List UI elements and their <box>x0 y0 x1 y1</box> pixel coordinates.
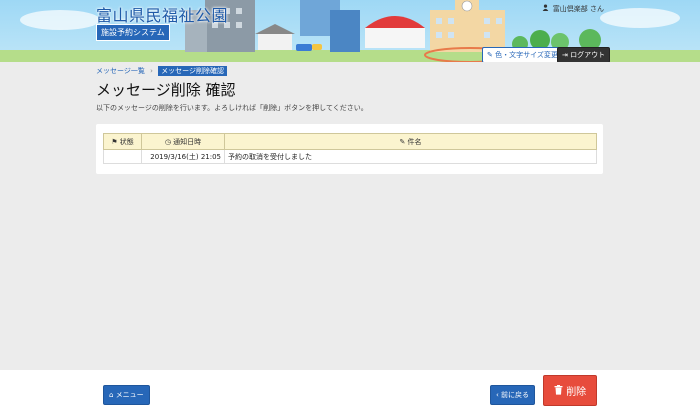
column-header-status: ⚑ 状態 <box>103 133 142 150</box>
cell-notify-datetime: 2019/3/16(土) 21:05 <box>141 149 225 164</box>
cell-status <box>103 149 142 164</box>
user-name: 富山倶楽部 さん <box>542 4 604 14</box>
back-button[interactable]: ‹ 前に戻る <box>490 385 536 405</box>
menu-button[interactable]: ⌂ メニュー <box>103 385 150 405</box>
pencil-icon: ✎ <box>399 137 406 146</box>
chevron-left-icon: ‹ <box>496 391 499 399</box>
breadcrumb: メッセージ一覧 › メッセージ削除確認 <box>96 66 228 76</box>
table-row: 2019/3/16(土) 21:05 予約の取消を受付しました <box>103 149 597 164</box>
column-header-subject: ✎ 件名 <box>224 133 597 150</box>
site-title: 富山県民福祉公園 <box>96 6 229 25</box>
message-table-panel: ⚑ 状態 ◷ 通知日時 ✎ 件名 2019/3/16(土) 21:05 予約の取… <box>96 124 603 174</box>
site-header: 富山県民福祉公園 施設予約システム 富山倶楽部 さん ✎ 色・文字サイズ変更 ⇥… <box>0 0 700 62</box>
message-table: ⚑ 状態 ◷ 通知日時 ✎ 件名 2019/3/16(土) 21:05 予約の取… <box>103 133 597 164</box>
clock-icon: ◷ <box>164 137 171 146</box>
system-name-badge: 施設予約システム <box>96 24 170 41</box>
user-name-label: 富山倶楽部 さん <box>552 5 604 13</box>
delete-button[interactable]: 削除 <box>543 375 598 406</box>
breadcrumb-message-list[interactable]: メッセージ一覧 <box>96 67 145 75</box>
back-button-label: 前に戻る <box>501 391 530 399</box>
home-icon: ⌂ <box>109 391 114 399</box>
cell-subject: 予約の取消を受付しました <box>224 149 597 164</box>
logout-icon: ⇥ <box>562 51 568 59</box>
footer-bar: ⌂ メニュー ‹ 前に戻る 削除 <box>0 370 700 410</box>
logout-button[interactable]: ⇥ ログアウト <box>557 47 611 62</box>
table-header-row: ⚑ 状態 ◷ 通知日時 ✎ 件名 <box>103 133 597 150</box>
column-header-notify-datetime: ◷ 通知日時 <box>141 133 225 150</box>
menu-button-label: メニュー <box>115 391 144 399</box>
pencil-icon: ✎ <box>487 51 493 59</box>
trash-icon <box>554 385 566 398</box>
instructions-text: 以下のメッセージの削除を行います。よろしければ「削除」ボタンを押してください。 <box>96 104 368 112</box>
person-icon <box>542 4 551 13</box>
logout-label: ログアウト <box>570 51 606 59</box>
page-title: メッセージ削除 確認 <box>96 81 236 99</box>
color-text-size-label: 色・文字サイズ変更 <box>495 51 558 59</box>
breadcrumb-separator: › <box>150 67 153 75</box>
flag-icon: ⚑ <box>111 137 118 146</box>
breadcrumb-current: メッセージ削除確認 <box>158 66 228 76</box>
delete-button-label: 削除 <box>566 387 587 398</box>
color-text-size-button[interactable]: ✎ 色・文字サイズ変更 <box>482 47 563 62</box>
